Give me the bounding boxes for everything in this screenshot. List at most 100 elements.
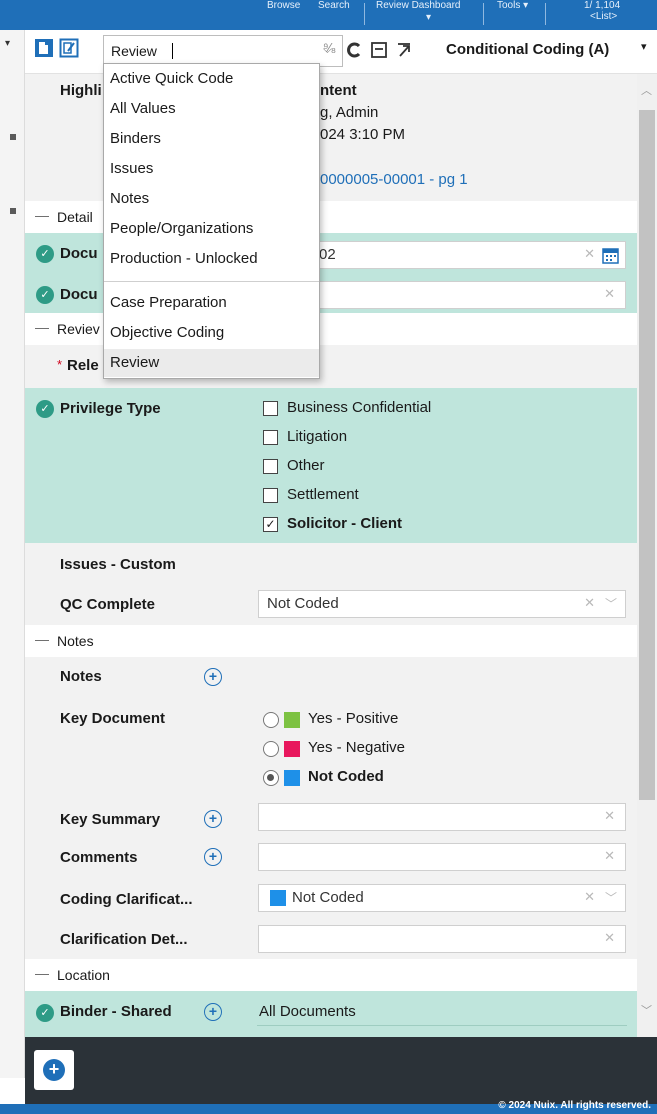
nav-browse[interactable]: Browse (267, 0, 300, 11)
field-label: Privilege Type (60, 400, 161, 417)
field-row-coding-clarification: Coding Clarificat... Not Coded ✕ ﹀ (25, 879, 637, 919)
check-circle-icon: ✓ (36, 286, 54, 304)
checkbox[interactable] (263, 430, 278, 445)
refresh-c-icon[interactable] (345, 41, 365, 61)
dropdown-option[interactable]: Production - Unlocked (104, 245, 319, 273)
document-counter-list: <List> (590, 11, 618, 22)
coding-clarification-select[interactable]: Not Coded ✕ ﹀ (258, 884, 626, 912)
chevron-down-icon[interactable]: ▾ (5, 38, 10, 49)
section-notes-title: Notes (57, 633, 94, 649)
field-row-key-summary: Key Summary + ✕ (25, 799, 637, 839)
clear-icon[interactable]: ✕ (584, 595, 595, 611)
dropdown-option-selected[interactable]: Review (104, 349, 319, 377)
field-row-key-document: Key Document Yes - Positive Yes - Negati… (25, 697, 637, 799)
clear-icon[interactable]: ✕ (604, 848, 615, 864)
chevron-down-icon[interactable]: ﹀ (605, 889, 617, 906)
collapse-icon[interactable]: — (35, 631, 49, 647)
checkbox-label: Other (287, 457, 325, 474)
clear-icon[interactable]: ✕ (604, 286, 615, 302)
required-marker: * (57, 357, 63, 372)
checkbox[interactable] (263, 459, 278, 474)
color-swatch (284, 770, 300, 786)
section-details-title: Detail (57, 209, 93, 225)
dropdown-option[interactable]: People/Organizations (104, 215, 319, 243)
dropdown-option[interactable]: Notes (104, 185, 319, 213)
section-review-title: Reviev (57, 321, 100, 337)
qc-complete-select[interactable]: Not Coded ✕ ﹀ (258, 590, 626, 618)
layout-panel-icon[interactable] (370, 41, 390, 61)
field-row-qc-complete: QC Complete Not Coded ✕ ﹀ (25, 585, 637, 625)
dropdown-option[interactable]: Issues (104, 155, 319, 183)
chevron-down-icon[interactable]: ▾ (641, 40, 647, 53)
field-row-comments: Comments + ✕ (25, 839, 637, 879)
add-circle-icon[interactable]: + (204, 810, 222, 828)
add-circle-icon[interactable]: + (204, 668, 222, 686)
field-label: Clarification Det... (60, 931, 188, 948)
clear-icon[interactable]: ✕ (604, 930, 615, 946)
collapse-icon[interactable]: — (35, 965, 49, 981)
color-swatch (284, 741, 300, 757)
comments-field[interactable]: ✕ (258, 843, 626, 871)
checkbox[interactable] (263, 488, 278, 503)
binder-value[interactable]: All Documents (259, 1003, 356, 1020)
nav-search[interactable]: Search (318, 0, 350, 11)
add-button[interactable]: + (34, 1050, 74, 1090)
field-value: 02 (319, 246, 336, 263)
checkbox-checked[interactable]: ✓ (263, 517, 278, 532)
highlight-date: 024 3:10 PM (320, 126, 406, 143)
radio[interactable] (263, 741, 279, 757)
coding-view-dropdown[interactable]: Active Quick Code All Values Binders Iss… (103, 63, 320, 379)
chevron-down-icon[interactable]: ﹀ (605, 595, 617, 612)
field-label: Binder - Shared (60, 1003, 172, 1020)
field-label: QC Complete (60, 596, 156, 613)
field-row-binder-shared: ✓ Binder - Shared + All Documents (25, 991, 637, 1037)
scroll-up-icon[interactable]: ︿ (641, 82, 652, 98)
scroll-thumb[interactable] (639, 110, 655, 800)
pop-out-arrow-icon[interactable] (395, 41, 415, 61)
field-row-privilege-type: ✓ Privilege Type Business Confidential L… (25, 388, 637, 543)
add-circle-icon[interactable]: + (204, 1003, 222, 1021)
calendar-icon[interactable] (602, 247, 619, 264)
coding-view-value[interactable]: Review (111, 43, 157, 59)
collapse-icon[interactable]: — (35, 319, 49, 335)
checkbox-label: Settlement (287, 486, 359, 503)
dropdown-option[interactable]: Case Preparation (104, 289, 319, 317)
clear-icon[interactable]: ✕ (584, 246, 595, 262)
radio[interactable] (263, 712, 279, 728)
edit-document-icon[interactable] (59, 38, 79, 58)
dropdown-option[interactable]: Active Quick Code (104, 65, 319, 93)
clarification-detail-field[interactable]: ✕ (258, 925, 626, 953)
field-value: Not Coded (292, 889, 364, 906)
nav-tools[interactable]: Tools ▾ (497, 0, 528, 11)
add-circle-icon[interactable]: + (204, 848, 222, 866)
dropdown-option[interactable]: Objective Coding (104, 319, 319, 347)
color-swatch (270, 890, 286, 906)
nav-divider (483, 3, 484, 25)
section-notes[interactable]: — Notes (25, 625, 637, 657)
field-label: Docu (60, 286, 98, 303)
layout-title[interactable]: Conditional Coding (A) (446, 41, 609, 58)
clear-icon[interactable]: ✕ (584, 889, 595, 905)
panel-marker (10, 134, 16, 140)
check-circle-icon: ✓ (36, 400, 54, 418)
swap-fields-icon[interactable]: ⁹⁄₈ (323, 40, 336, 55)
color-swatch (284, 712, 300, 728)
collapse-icon[interactable]: — (35, 207, 49, 223)
chevron-down-icon: ▾ (426, 12, 432, 23)
new-document-icon[interactable] (34, 38, 54, 58)
scroll-down-icon[interactable]: ﹀ (641, 1002, 652, 1018)
checkbox[interactable] (263, 401, 278, 416)
section-location[interactable]: — Location (25, 959, 637, 991)
field-label: Key Document (60, 710, 166, 727)
clear-icon[interactable]: ✕ (604, 808, 615, 824)
highlight-link[interactable]: 0000005-00001 - pg 1 (320, 171, 468, 188)
nav-divider (364, 3, 365, 25)
top-navigation-bar: Browse Search Review Dashboard ▾ Tools ▾… (0, 0, 657, 30)
highlight-label: Highli (60, 82, 102, 99)
nav-review-dashboard[interactable]: Review Dashboard (376, 0, 461, 11)
dropdown-option[interactable]: Binders (104, 125, 319, 153)
dropdown-option[interactable]: All Values (104, 95, 319, 123)
radio-selected[interactable] (263, 770, 279, 786)
key-summary-field[interactable]: ✕ (258, 803, 626, 831)
scrollbar[interactable]: ︿ ﹀ (637, 74, 657, 1037)
